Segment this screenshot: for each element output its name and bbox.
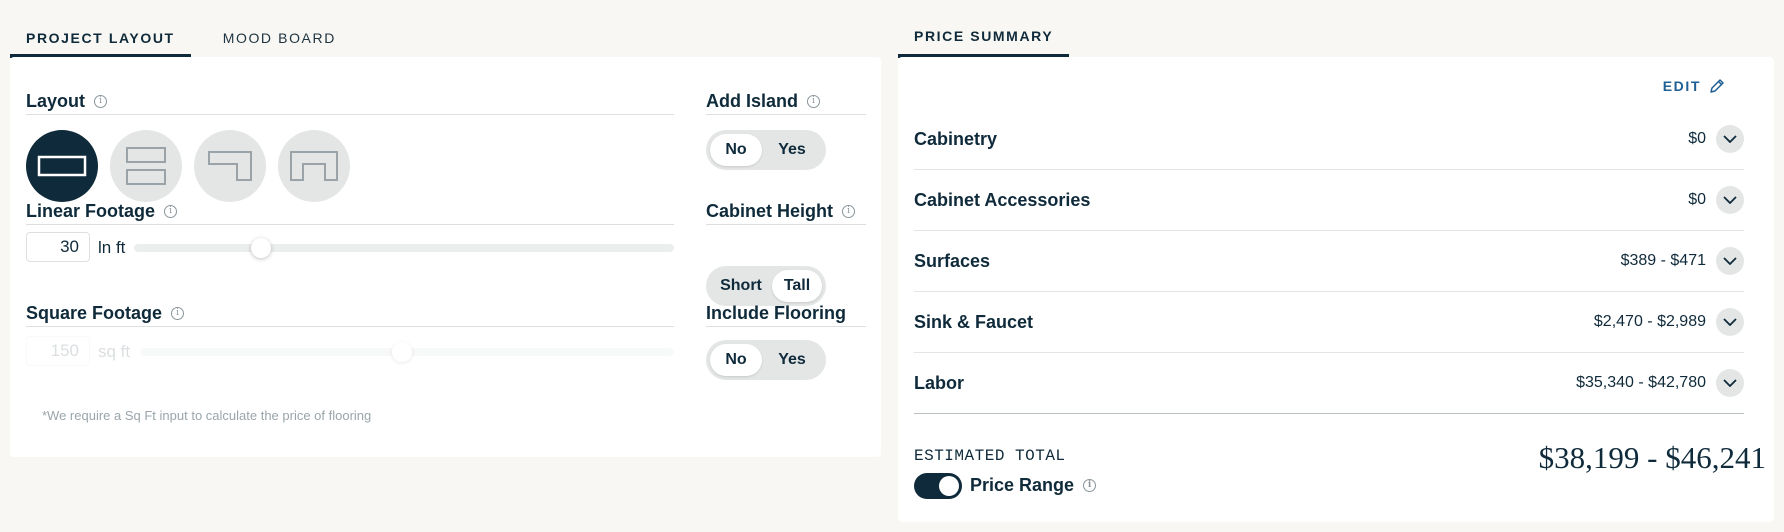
edit-label: EDIT [1662,78,1701,94]
linear-footage-unit: ln ft [98,238,126,257]
include-flooring-title: Include Flooring [706,303,846,323]
add-island-yes[interactable]: Yes [762,134,822,166]
layout-option-galley[interactable] [110,130,182,202]
add-island-no[interactable]: No [710,134,762,166]
tab-project-layout[interactable]: PROJECT LAYOUT [10,18,191,58]
summary-row-cabinet-accessories[interactable]: Cabinet Accessories $0 [914,170,1744,231]
summary-row-cabinetry[interactable]: Cabinetry $0 [914,109,1744,170]
info-icon[interactable]: i [1083,479,1097,492]
include-flooring-header: Include Flooring [706,303,866,327]
add-island-toggle: No Yes [706,130,826,170]
layout-option-single-wall[interactable] [26,130,98,202]
square-footage-unit: sq ft [98,342,131,361]
row-price: $0 [1688,130,1706,147]
project-layout-panel: Layout i Linear Footage i 30 ln ft Squar… [10,57,881,457]
add-island-header: Add Island i [706,91,866,115]
info-icon[interactable]: i [94,95,108,108]
flooring-note: *We require a Sq Ft input to calculate t… [42,408,372,423]
galley-layout-icon [126,147,166,185]
chevron-down-icon[interactable] [1716,186,1744,214]
linear-footage-slider[interactable] [134,238,674,258]
u-shape-layout-icon [290,151,338,181]
square-footage-slider[interactable] [140,342,674,362]
chevron-down-icon[interactable] [1716,369,1744,397]
price-range-toggle[interactable] [914,473,962,499]
single-wall-layout-icon [37,155,87,177]
layout-option-u-shape[interactable] [278,130,350,202]
row-name: Labor [914,372,965,393]
add-island-title: Add Island [706,91,799,111]
linear-footage-slider-thumb[interactable] [250,238,271,258]
row-price: $35,340 - $42,780 [1576,374,1706,391]
cabinet-height-short[interactable]: Short [710,270,772,302]
linear-footage-input[interactable]: 30 [26,232,90,262]
info-icon[interactable]: i [807,95,821,108]
info-icon[interactable]: i [164,205,178,218]
cabinet-height-title: Cabinet Height [706,201,834,221]
include-flooring-yes[interactable]: Yes [762,344,822,376]
chevron-down-icon[interactable] [1716,308,1744,336]
info-icon[interactable]: i [171,307,185,320]
price-summary-panel: EDIT Cabinetry $0 Cabinet Accessories $0… [898,57,1774,522]
row-price: $2,470 - $2,989 [1593,313,1706,330]
linear-footage-header: Linear Footage i [26,201,674,225]
tab-price-summary[interactable]: PRICE SUMMARY [898,18,1070,58]
pencil-icon [1710,79,1724,93]
summary-row-labor[interactable]: Labor $35,340 - $42,780 [914,353,1744,414]
right-tab-bar: PRICE SUMMARY [898,18,1070,58]
estimated-total-label: ESTIMATED TOTAL [914,447,1066,465]
cabinet-height-toggle: Short Tall [706,266,826,306]
square-footage-slider-thumb[interactable] [391,342,412,362]
row-name: Cabinetry [914,128,998,149]
price-range-label-wrap: Price Range i [970,475,1097,496]
square-footage-title: Square Footage [26,303,163,323]
square-footage-header: Square Footage i [26,303,674,327]
include-flooring-no[interactable]: No [710,344,762,376]
l-shape-layout-icon [208,151,252,181]
layout-option-l-shape[interactable] [194,130,266,202]
cabinet-height-tall[interactable]: Tall [772,270,822,302]
estimated-total-value: $38,199 - $46,241 [1538,440,1766,475]
tab-mood-board[interactable]: MOOD BOARD [191,18,352,58]
chevron-down-icon[interactable] [1716,125,1744,153]
info-icon[interactable]: i [842,205,856,218]
row-name: Sink & Faucet [914,311,1034,332]
linear-footage-title: Linear Footage [26,201,156,221]
row-price: $0 [1688,191,1706,208]
chevron-down-icon[interactable] [1716,247,1744,275]
edit-button[interactable]: EDIT [1663,78,1725,94]
left-tab-bar: PROJECT LAYOUT MOOD BOARD [10,18,352,58]
square-footage-input[interactable]: 150 [26,336,90,366]
summary-row-surfaces[interactable]: Surfaces $389 - $471 [914,231,1744,292]
cabinet-height-header: Cabinet Height i [706,201,866,225]
row-name: Surfaces [914,250,991,271]
toggle-knob [939,476,959,496]
price-range-label: Price Range [970,475,1075,495]
row-price: $389 - $471 [1620,252,1706,269]
summary-row-sink-faucet[interactable]: Sink & Faucet $2,470 - $2,989 [914,292,1744,353]
row-name: Cabinet Accessories [914,189,1091,210]
layout-title: Layout [26,91,86,111]
layout-header: Layout i [26,91,674,115]
include-flooring-toggle: No Yes [706,340,826,380]
